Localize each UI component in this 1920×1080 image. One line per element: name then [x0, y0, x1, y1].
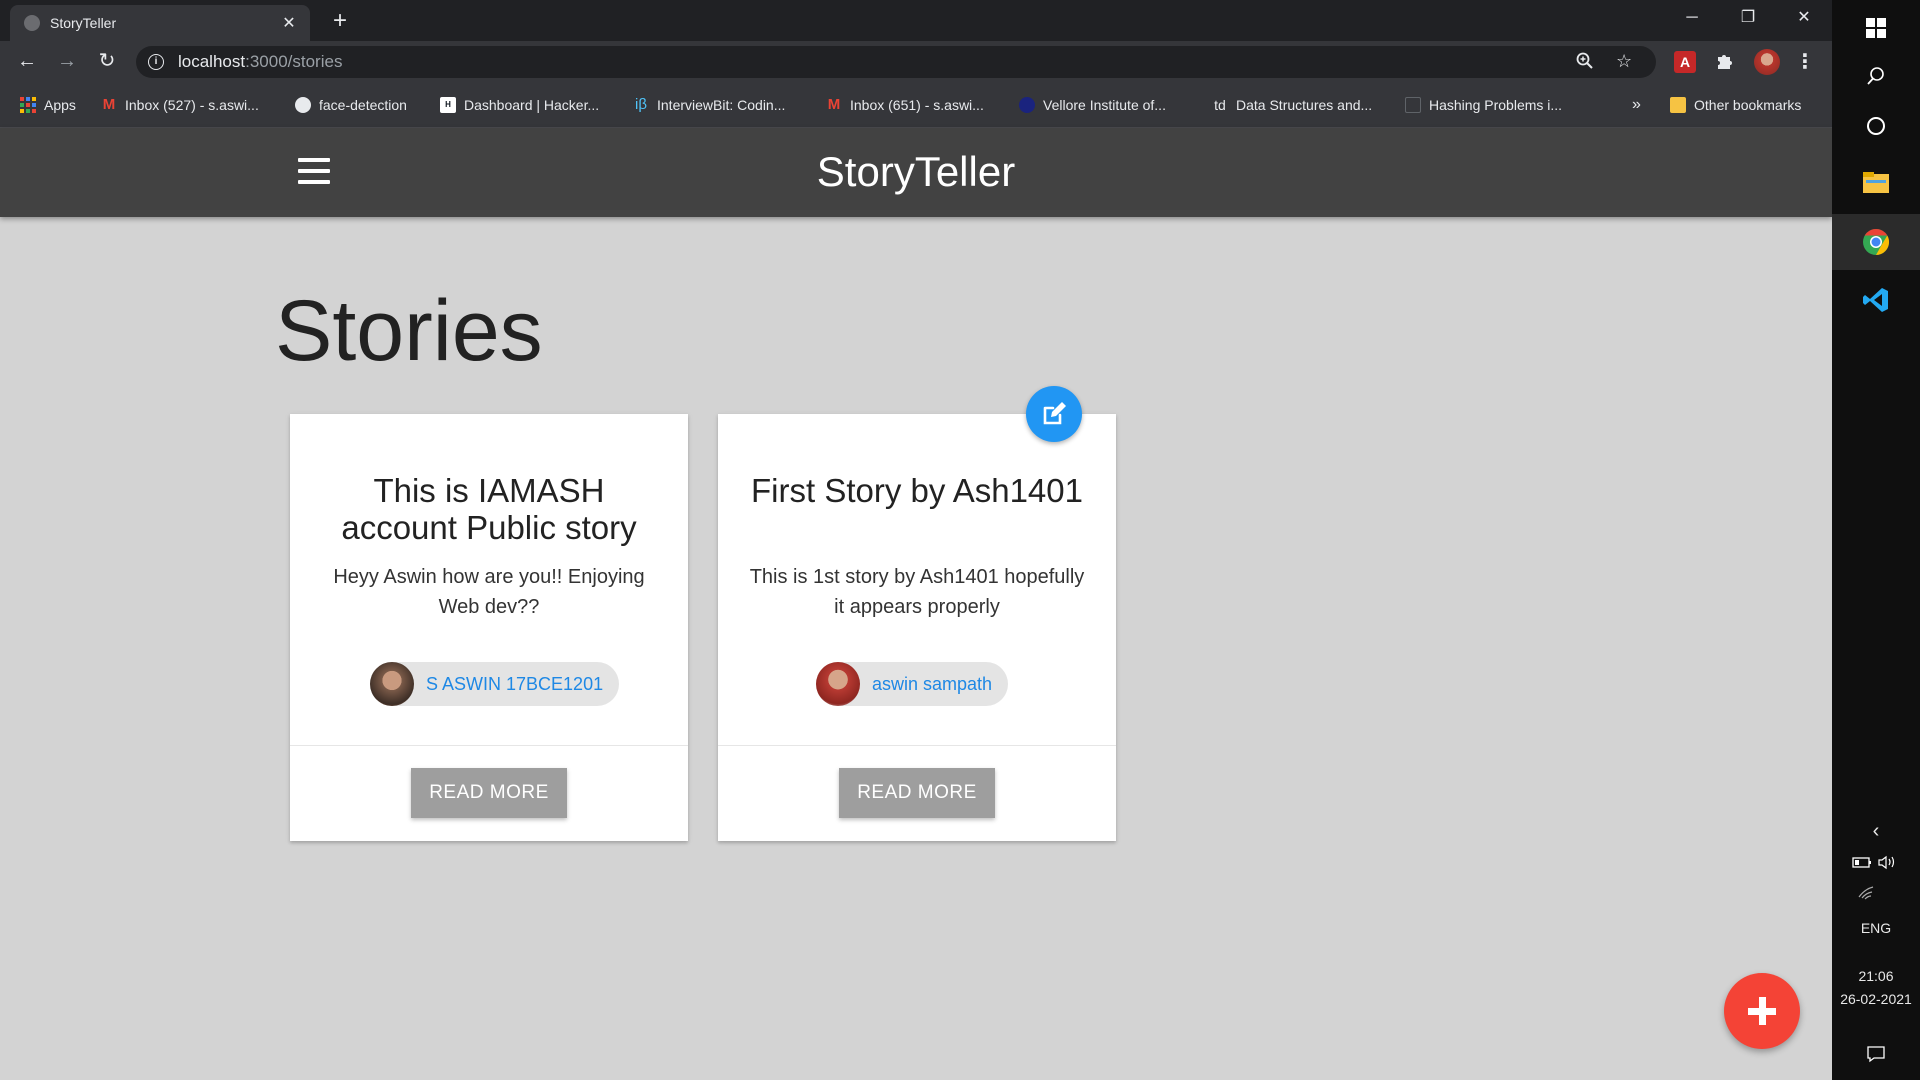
read-more-button[interactable]: READ MORE: [839, 768, 995, 818]
author-avatar: [816, 662, 860, 706]
vscode-taskbar-icon[interactable]: [1832, 272, 1920, 328]
bookmark-apps[interactable]: Apps: [20, 94, 76, 116]
apps-grid-icon: [20, 97, 36, 113]
edit-story-button[interactable]: [1026, 386, 1082, 442]
file-explorer-icon[interactable]: [1832, 155, 1920, 211]
bookmark-face-detection[interactable]: face-detection: [295, 94, 407, 116]
forward-button[interactable]: →: [52, 47, 82, 77]
back-button[interactable]: ←: [12, 47, 42, 77]
globe-icon: [24, 15, 40, 31]
url-host: localhost: [178, 52, 246, 71]
new-tab-button[interactable]: +: [326, 8, 354, 36]
bookmark-hashing[interactable]: Hashing Problems i...: [1405, 94, 1562, 116]
card-divider: [718, 745, 1116, 746]
brand-logo[interactable]: StoryTeller: [0, 148, 1832, 196]
story-excerpt: Heyy Aswin how are you!! Enjoying Web de…: [333, 566, 645, 618]
storyteller-app: StoryTeller Stories This is IAMASH accou…: [0, 128, 1832, 1080]
bookmark-vit[interactable]: Vellore Institute of...: [1019, 94, 1166, 116]
story-card: This is IAMASH account Public story Heyy…: [290, 414, 688, 841]
folder-icon: [1670, 97, 1686, 113]
zoom-icon[interactable]: [1576, 52, 1594, 75]
bookmark-inbox-651[interactable]: M Inbox (651) - s.aswi...: [826, 94, 984, 116]
plus-icon: [1748, 997, 1776, 1025]
cortana-icon[interactable]: [1832, 98, 1920, 154]
bookmark-star-icon[interactable]: ☆: [1616, 51, 1632, 72]
browser-toolbar: ← → ↻ i localhost:3000/stories ☆ A ⋮: [0, 41, 1832, 82]
windows-taskbar: ‹ ENG 21:06 26-02-2021: [1832, 0, 1920, 1080]
clock-time[interactable]: 21:06: [1832, 968, 1920, 984]
wifi-icon[interactable]: [1832, 872, 1920, 912]
tab-storyteller[interactable]: StoryTeller ✕: [10, 5, 310, 41]
card-divider: [290, 745, 688, 746]
td-icon: td: [1214, 97, 1226, 113]
tab-close-icon[interactable]: ✕: [280, 13, 298, 33]
author-avatar: [370, 662, 414, 706]
story-card: First Story by Ash1401 This is 1st story…: [718, 414, 1116, 841]
story-excerpt: This is 1st story by Ash1401 hopefully i…: [749, 566, 1085, 618]
hackerrank-icon: H: [440, 97, 456, 113]
bookmark-data-structures[interactable]: td Data Structures and...: [1212, 94, 1372, 116]
story-title: This is IAMASH account Public story: [341, 472, 637, 546]
app-navbar: StoryTeller: [0, 128, 1832, 217]
gmail-icon: M: [102, 96, 116, 113]
window-close-button[interactable]: ✕: [1776, 0, 1832, 38]
restore-button[interactable]: ❐: [1720, 0, 1776, 38]
gmail-icon: M: [827, 96, 841, 113]
interviewbit-icon: iβ: [635, 96, 647, 113]
reload-button[interactable]: ↻: [92, 47, 122, 77]
browser-menu-icon[interactable]: ⋮: [1794, 51, 1816, 73]
bookmark-hackerrank[interactable]: H Dashboard | Hacker...: [440, 94, 599, 116]
extensions-puzzle-icon[interactable]: [1714, 51, 1736, 73]
site-info-icon[interactable]: i: [148, 54, 164, 70]
notifications-icon[interactable]: [1832, 1036, 1920, 1072]
browser-window: StoryTeller ✕ + ─ ❐ ✕ ← → ↻ i localhost:…: [0, 0, 1832, 1080]
github-icon: [295, 97, 311, 113]
address-bar[interactable]: i localhost:3000/stories ☆: [136, 46, 1656, 78]
minimize-button[interactable]: ─: [1664, 0, 1720, 38]
story-title: First Story by Ash1401: [751, 472, 1083, 509]
bookmarks-bar: Apps M Inbox (527) - s.aswi... face-dete…: [0, 82, 1832, 128]
author-chip[interactable]: aswin sampath: [816, 662, 1009, 706]
add-story-button[interactable]: [1724, 973, 1800, 1049]
author-chip[interactable]: S ASWIN 17BCE1201: [370, 662, 620, 706]
clock-date[interactable]: 26-02-2021: [1832, 991, 1920, 1007]
read-more-button[interactable]: READ MORE: [411, 768, 567, 818]
page-title: Stories: [275, 283, 543, 379]
bookmark-other[interactable]: Other bookmarks: [1670, 94, 1801, 116]
acrobat-extension-icon[interactable]: A: [1674, 51, 1696, 73]
profile-avatar[interactable]: [1754, 49, 1780, 75]
chrome-taskbar-icon[interactable]: [1832, 214, 1920, 270]
search-icon[interactable]: [1832, 48, 1920, 104]
url-path: :3000/stories: [245, 52, 343, 71]
bookmark-interviewbit[interactable]: iβ InterviewBit: Codin...: [633, 94, 785, 116]
edit-pencil-icon: [1043, 402, 1066, 425]
page-icon: [1405, 97, 1421, 113]
bookmarks-overflow-button[interactable]: »: [1632, 94, 1641, 116]
vit-icon: [1019, 97, 1035, 113]
tab-strip: StoryTeller ✕ + ─ ❐ ✕: [0, 0, 1832, 41]
bookmark-inbox-527[interactable]: M Inbox (527) - s.aswi...: [101, 94, 259, 116]
author-name: S ASWIN 17BCE1201: [426, 673, 604, 694]
tab-title: StoryTeller: [50, 15, 117, 31]
author-name: aswin sampath: [872, 673, 993, 694]
input-language[interactable]: ENG: [1832, 920, 1920, 936]
